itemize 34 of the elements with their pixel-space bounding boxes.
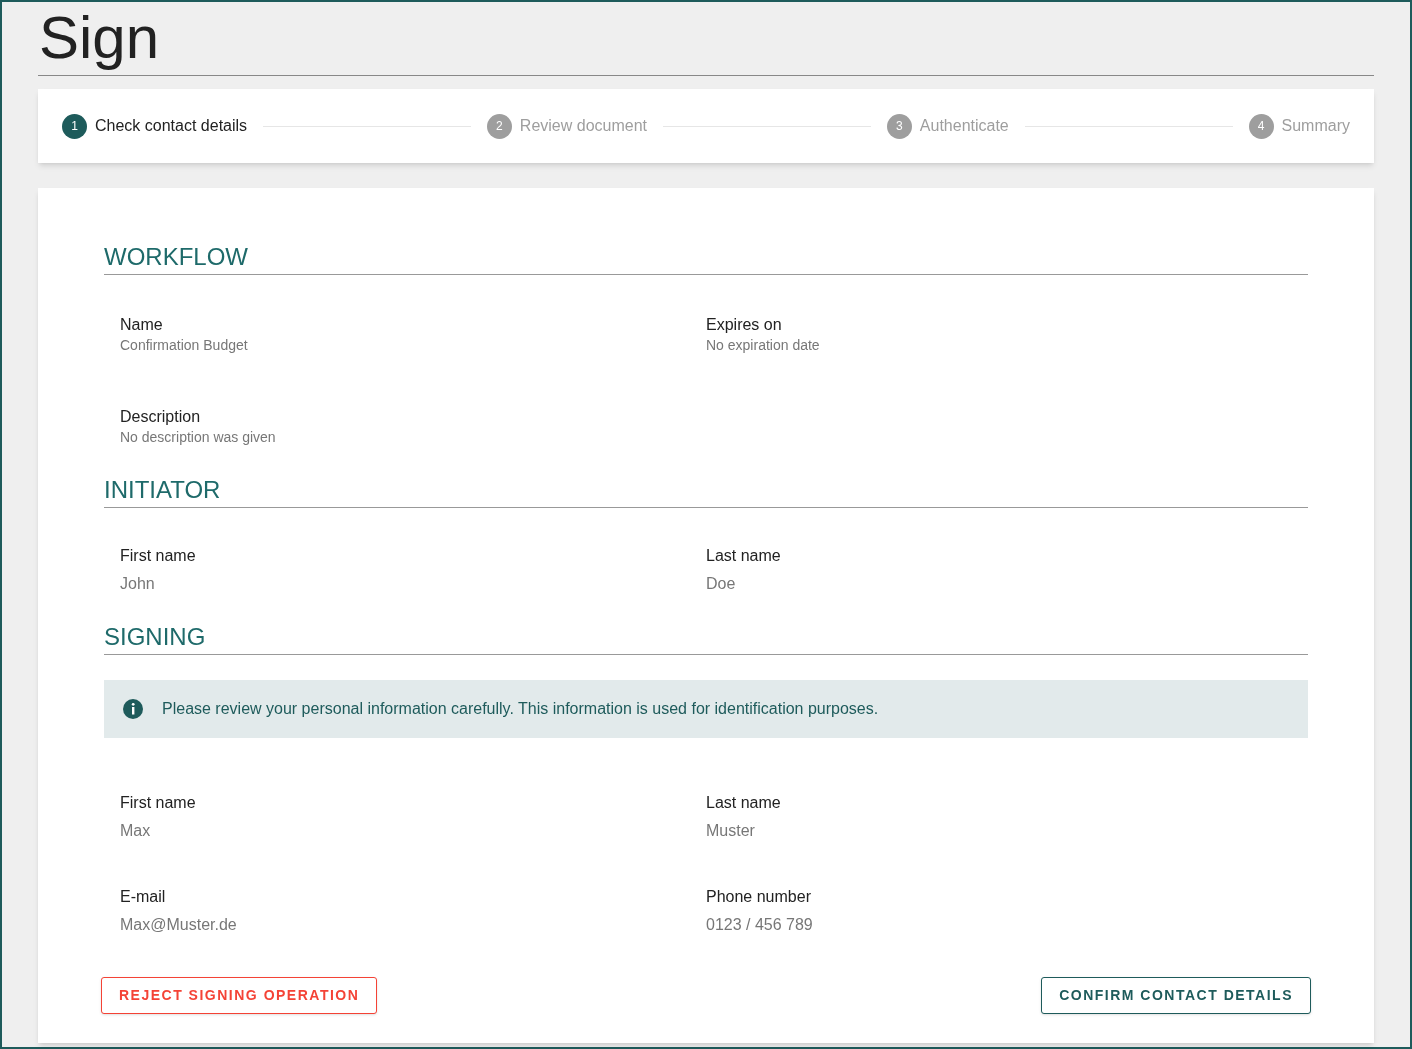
field-value: Doe xyxy=(706,574,737,594)
field-label: First name xyxy=(120,546,197,566)
info-message: Please review your personal information carefully. This information is used for identification purposes. xyxy=(162,699,879,719)
field-label: Last name xyxy=(706,793,782,813)
field-value: Confirmation Budget xyxy=(120,336,249,355)
field-value: Muster xyxy=(706,821,756,841)
step-label[interactable]: Check contact details xyxy=(95,114,248,138)
step-number[interactable]: 3 xyxy=(886,113,912,139)
field-label: Last name xyxy=(706,546,782,566)
field-value: John xyxy=(120,574,156,594)
step-label[interactable]: Authenticate xyxy=(919,114,1009,138)
field-label: Name xyxy=(120,315,164,335)
field-value: No expiration date xyxy=(706,336,821,355)
step-label[interactable]: Review document xyxy=(519,114,648,138)
step-number[interactable]: 2 xyxy=(486,113,512,139)
field-label: First name xyxy=(120,793,197,813)
reject-button[interactable]: REJECT SIGNING OPERATION xyxy=(101,977,378,1014)
field-value: 0123 / 456 789 xyxy=(706,915,814,935)
field-value: No description was given xyxy=(120,428,277,447)
section-heading: WORKFLOW xyxy=(104,242,1308,275)
field-value: Max@Muster.de xyxy=(120,915,238,935)
section-heading: INITIATOR xyxy=(104,475,1308,508)
step-number[interactable]: 4 xyxy=(1248,113,1274,139)
section-heading: SIGNING xyxy=(104,622,1308,655)
page-title: Sign xyxy=(39,3,161,73)
field-label: Phone number xyxy=(706,887,812,907)
field-label: Description xyxy=(120,407,202,427)
field-label: E-mail xyxy=(120,887,167,907)
step-number[interactable]: 1 xyxy=(62,113,87,139)
confirm-button[interactable]: CONFIRM CONTACT DETAILS xyxy=(1041,977,1311,1014)
info-icon xyxy=(122,698,144,720)
field-value: Max xyxy=(120,821,152,841)
step-label[interactable]: Summary xyxy=(1281,114,1350,138)
field-label: Expires on xyxy=(706,315,783,335)
